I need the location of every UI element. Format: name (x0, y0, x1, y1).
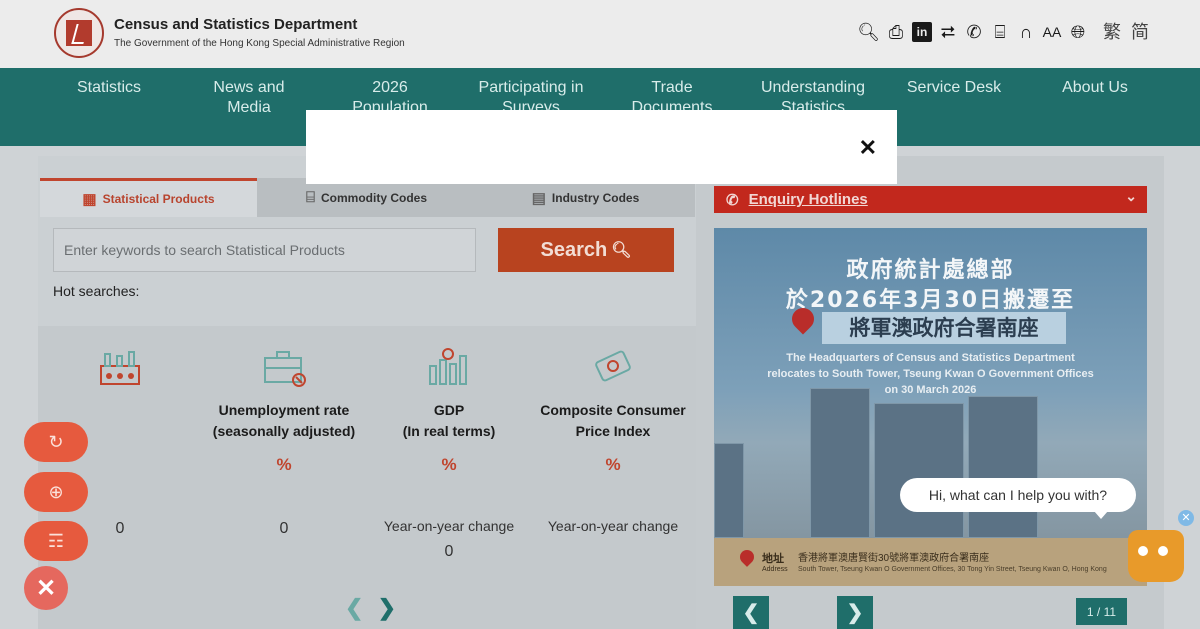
history-icon: ↻ (48, 431, 64, 452)
popup-modal: ✕ (306, 110, 897, 184)
hot-searches-label: Hot searches: (53, 283, 140, 299)
globe-icon[interactable]: 🌐︎ (1068, 20, 1088, 44)
zoom-icon: ⊕ (48, 481, 64, 502)
banner-en-line: relocates to South Tower, Tseung Kwan O … (767, 368, 1094, 380)
share-icon[interactable]: ⮂ (938, 20, 958, 44)
chevron-right-icon[interactable]: ❯ (378, 595, 396, 620)
dept-subtitle: The Government of the Hong Kong Special … (114, 38, 405, 49)
banner-en-line: on 30 March 2026 (884, 384, 977, 396)
indicator-title: GDP (In real terms) (402, 402, 496, 439)
lang-simplified[interactable]: 简 (1130, 20, 1150, 44)
building-graphic (968, 396, 1038, 538)
site-header: Census and Statistics Department The Gov… (0, 0, 1200, 68)
close-icon: ✕ (35, 574, 57, 602)
banner-en-line: The Headquarters of Census and Statistic… (786, 352, 1075, 364)
print-icon[interactable]: ⎙ (886, 20, 906, 44)
tag-icon: ⌸ (305, 189, 315, 206)
factory-icon (100, 351, 140, 385)
banner-zh-location: 將軍澳政府合署南座 (822, 312, 1066, 344)
building-graphic (874, 403, 964, 538)
nav-service-desk[interactable]: Service Desk (884, 78, 1024, 98)
slide-counter: 1 / 11 (1076, 598, 1127, 625)
location-pin-icon (737, 547, 757, 567)
tab-label: Commodity Codes (321, 190, 428, 205)
csd-logo[interactable] (54, 8, 104, 58)
chevron-right-icon: ❯ (846, 602, 864, 624)
nav-news-media[interactable]: News and Media (179, 78, 319, 118)
address-text-en: South Tower, Tseung Kwan O Government Of… (798, 566, 1107, 573)
indicator-title: Composite Consumer Price Index (540, 402, 686, 439)
indicator-note: Year-on-year change (383, 518, 515, 534)
indicator-unit: % (605, 455, 621, 474)
building-graphic (810, 388, 870, 538)
history-button[interactable]: ↻ (24, 422, 88, 462)
dept-name[interactable]: Census and Statistics Department (114, 16, 357, 33)
banner-zh-subtitle: 於2026年3月30日搬遷至 (785, 288, 1076, 313)
chevron-down-icon[interactable]: ⌄ (1125, 188, 1137, 205)
nav-about-us[interactable]: About Us (1025, 78, 1165, 98)
font-size-icon[interactable]: AA (1042, 20, 1062, 44)
search-button-label: Search (540, 238, 608, 261)
briefcase-icon (264, 351, 306, 387)
utility-toolbar: 🔍︎ ⎙ in ⮂ ✆ ⌸ ∩ AA 🌐︎ 繁 简 (857, 20, 1150, 44)
building-graphic (714, 443, 744, 538)
price-tag-icon (595, 350, 631, 382)
close-fab-button[interactable]: ✕ (24, 566, 68, 610)
lang-traditional[interactable]: 繁 (1102, 20, 1122, 44)
chatbot-bubble[interactable]: Hi, what can I help you with? (900, 478, 1136, 519)
indicator-note: Year-on-year change (547, 518, 679, 534)
feedback-button[interactable]: ☶ (24, 521, 88, 561)
address-label: 地址 (762, 553, 784, 565)
enquiry-hotlines-bar[interactable]: ✆ Enquiry Hotlines ⌄ (714, 186, 1147, 213)
address-text: 香港將軍澳唐賢街30號將軍澳政府合署南座 (798, 553, 990, 564)
phone-icon: ✆ (726, 191, 739, 209)
slide-next-button[interactable]: ❯ (837, 596, 873, 629)
briefcase-icon[interactable]: ⌸ (990, 20, 1010, 44)
indicator-title: Unemployment rate (seasonally adjusted) (212, 402, 356, 439)
zoom-button[interactable]: ⊕ (24, 472, 88, 512)
relocation-banner[interactable]: 政府統計處總部 於2026年3月30日搬遷至 將軍澳政府合署南座 The Hea… (714, 228, 1147, 586)
tab-label: Statistical Products (102, 192, 215, 206)
close-icon[interactable]: ✕ (859, 137, 877, 159)
slide-prev-button[interactable]: ❮ (733, 596, 769, 629)
headset-icon[interactable]: ∩ (1016, 20, 1036, 44)
bar-chart-icon (429, 348, 467, 385)
indicator-unit: % (441, 455, 457, 474)
key-indicators: 0 Unemployment rate (seasonally adjusted… (38, 326, 696, 629)
enquiry-hotlines-label[interactable]: Enquiry Hotlines (749, 191, 868, 208)
indicator-value: 0 (279, 520, 289, 537)
chatbot-mascot[interactable] (1128, 530, 1184, 582)
indicator-pager: ❮ ❯ (345, 595, 396, 621)
linkedin-icon[interactable]: in (912, 22, 932, 42)
chart-feedback-icon: ☶ (47, 530, 65, 551)
search-button[interactable]: Search 🔍︎ (498, 228, 674, 272)
chevron-left-icon[interactable]: ❮ (345, 595, 363, 620)
indicator-value: 0 (444, 543, 454, 560)
phone-icon[interactable]: ✆ (964, 20, 984, 44)
nav-statistics[interactable]: Statistics (39, 78, 179, 98)
address-label-en: Address (762, 566, 788, 573)
search-input[interactable] (53, 228, 476, 272)
banner-en-text: The Headquarters of Census and Statistic… (744, 350, 1117, 398)
tab-label: Industry Codes (551, 190, 640, 205)
search-icon: 🔍︎ (611, 242, 632, 259)
chevron-left-icon: ❮ (742, 602, 760, 624)
banner-address-bar: 地址 Address 香港將軍澳唐賢街30號將軍澳政府合署南座 South To… (714, 538, 1147, 586)
indicator-unit: % (276, 455, 292, 474)
tab-statistical-products[interactable]: ▦ Statistical Products (40, 178, 257, 217)
chart-icon: ▦ (82, 191, 97, 208)
banner-zh-title: 政府統計處總部 (846, 258, 1015, 283)
search-icon[interactable]: 🔍︎ (857, 20, 880, 44)
factory-icon: ▤ (531, 189, 546, 207)
close-icon[interactable]: ✕ (1178, 510, 1194, 526)
